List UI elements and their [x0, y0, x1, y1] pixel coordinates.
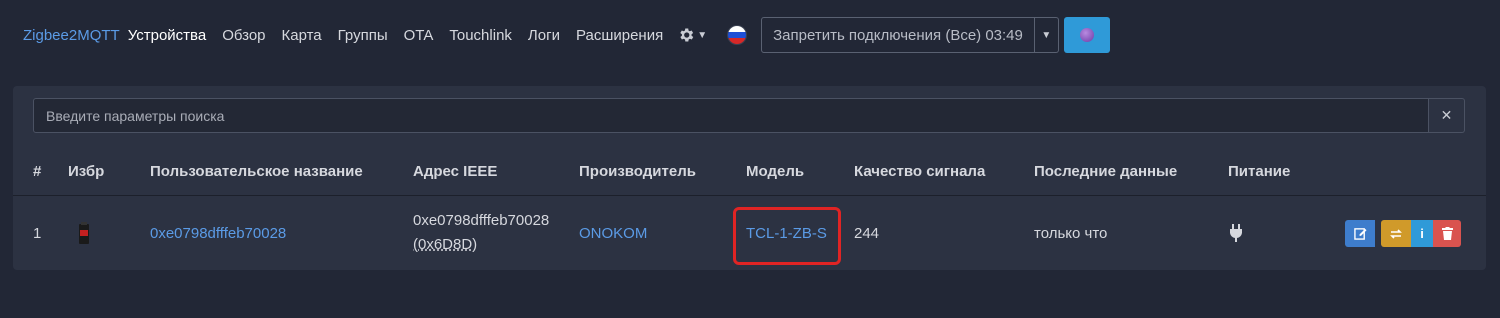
- search-bar: ✕: [33, 98, 1465, 133]
- clear-search-button[interactable]: ✕: [1429, 98, 1465, 133]
- close-icon: ✕: [1440, 107, 1453, 123]
- nav-map[interactable]: Карта: [282, 27, 322, 44]
- nav-extensions[interactable]: Расширения: [576, 27, 663, 44]
- nav-ota[interactable]: OTA: [404, 27, 434, 44]
- device-image: [79, 222, 89, 244]
- rename-button[interactable]: [1381, 220, 1411, 247]
- column-header-power[interactable]: Питание: [1228, 163, 1290, 180]
- info-button[interactable]: i: [1411, 220, 1433, 247]
- edit-icon: [1353, 228, 1367, 240]
- last-seen-value: только что: [1034, 225, 1108, 242]
- chevron-down-icon: ▼: [1041, 29, 1052, 41]
- devices-card: ✕ # Избр Пользовательское название Адрес…: [13, 86, 1486, 270]
- gear-icon: [680, 28, 694, 42]
- nav-touchlink[interactable]: Touchlink: [449, 27, 512, 44]
- theme-icon: [1079, 28, 1094, 42]
- model-link[interactable]: TCL-1-ZB-S: [746, 225, 827, 242]
- plug-icon: [1230, 224, 1242, 242]
- table-header: # Избр Пользовательское название Адрес I…: [13, 148, 1486, 196]
- table-row: 1 0xe0798dfffeb70028 0xe0798dfffeb70028 …: [13, 196, 1486, 270]
- russian-flag-icon[interactable]: [727, 25, 748, 45]
- delete-button[interactable]: [1433, 220, 1461, 247]
- ieee-address-cell: 0xe0798dfffeb70028 (0x6D8D): [413, 209, 549, 257]
- nav-logs[interactable]: Логи: [528, 27, 560, 44]
- manufacturer-link[interactable]: ONOKOM: [579, 225, 647, 242]
- navbar: Zigbee2MQTT Устройства Обзор Карта Групп…: [0, 0, 1500, 70]
- rename-icon: [1390, 228, 1402, 239]
- column-header-friendly-name[interactable]: Пользовательское название: [150, 163, 363, 180]
- permit-join-dropdown-toggle[interactable]: ▼: [1034, 17, 1059, 53]
- info-icon: i: [1420, 226, 1424, 241]
- nav-overview[interactable]: Обзор: [222, 27, 265, 44]
- column-header-last-seen[interactable]: Последние данные: [1034, 163, 1177, 180]
- link-quality-value: 244: [854, 225, 880, 242]
- column-header-manufacturer[interactable]: Производитель: [579, 163, 696, 180]
- chevron-down-icon: ▼: [697, 29, 708, 41]
- permit-join-button[interactable]: Запретить подключения (Все) 03:49: [761, 17, 1035, 53]
- theme-toggle-button[interactable]: [1063, 17, 1110, 53]
- column-header-index[interactable]: #: [33, 163, 41, 180]
- network-address: (0x6D8D): [413, 236, 478, 253]
- column-header-ieee[interactable]: Адрес IEEE: [413, 163, 497, 180]
- settings-dropdown[interactable]: ▼: [677, 26, 707, 44]
- row-index: 1: [33, 225, 42, 242]
- search-input[interactable]: [33, 98, 1429, 133]
- ieee-address: 0xe0798dfffeb70028: [413, 212, 550, 229]
- column-header-link-quality[interactable]: Качество сигнала: [854, 163, 985, 180]
- nav-groups[interactable]: Группы: [338, 27, 388, 44]
- device-friendly-name-link[interactable]: 0xe0798dfffeb70028: [150, 225, 286, 242]
- nav-devices[interactable]: Устройства: [128, 27, 206, 44]
- trash-icon: [1441, 227, 1453, 240]
- row-actions: i: [1345, 220, 1461, 247]
- column-header-favorite[interactable]: Избр: [68, 163, 104, 180]
- edit-button[interactable]: [1345, 220, 1375, 247]
- permit-join-group: Запретить подключения (Все) 03:49 ▼: [761, 17, 1059, 53]
- brand-link[interactable]: Zigbee2MQTT: [23, 27, 120, 44]
- column-header-model[interactable]: Модель: [746, 163, 804, 180]
